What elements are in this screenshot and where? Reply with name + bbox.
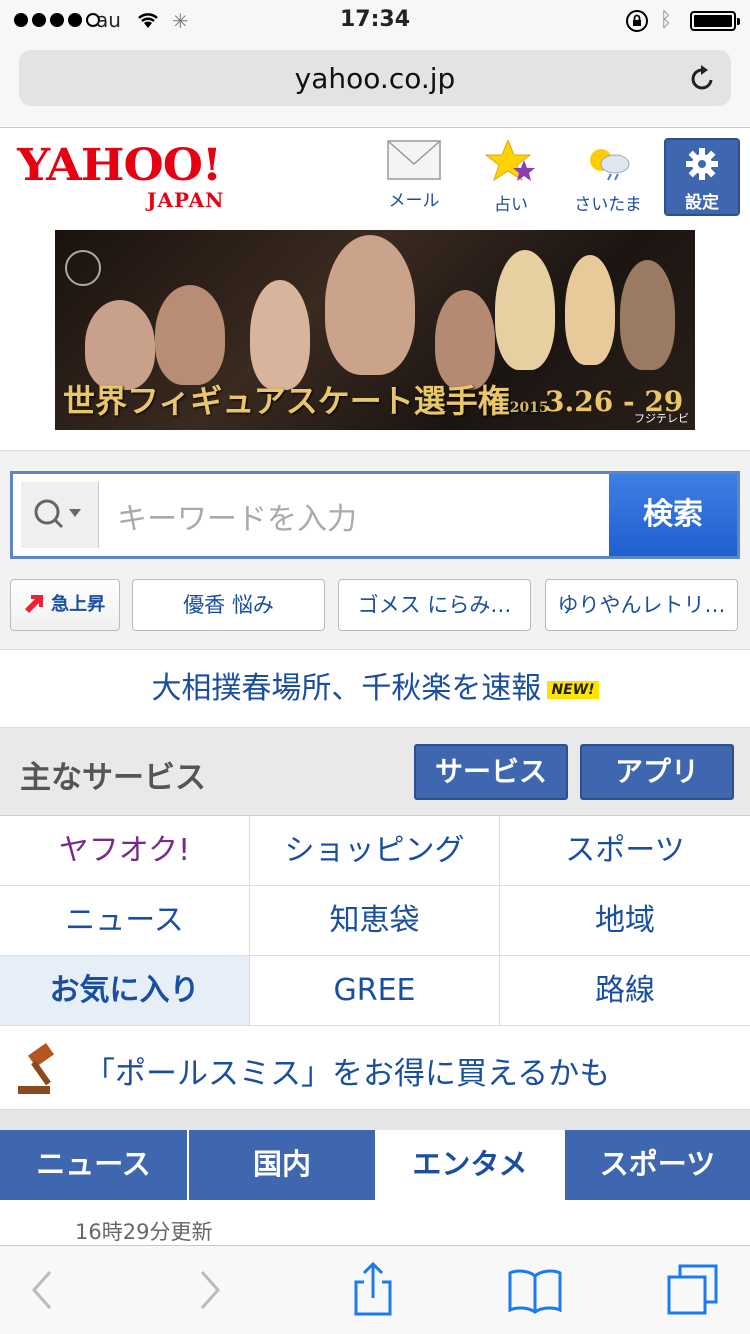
mail-link[interactable]: メール — [369, 140, 459, 211]
trending-label-button[interactable]: 急上昇 — [10, 579, 120, 631]
service-link-auction[interactable]: ヤフオク! — [0, 816, 250, 886]
bluetooth-icon: ᛒ — [660, 7, 672, 31]
bookmarks-icon[interactable] — [508, 1268, 562, 1314]
reload-icon[interactable] — [689, 63, 717, 93]
event-emblem-icon — [65, 250, 101, 286]
service-link-chiebukuro[interactable]: 知恵袋 — [250, 886, 500, 956]
star-icon — [484, 138, 535, 182]
featured-headline[interactable]: 大相撲春場所、千秋楽を速報 NEW! — [0, 650, 750, 728]
weather-link[interactable]: さいたま — [563, 140, 653, 215]
broadcaster-label: フジテレビ — [634, 412, 689, 425]
service-link-gree[interactable]: GREE — [250, 956, 500, 1026]
address-bar[interactable]: yahoo.co.jp — [19, 50, 731, 106]
gavel-icon — [18, 1042, 55, 1094]
services-title: 主なサービス — [20, 760, 206, 796]
url-text[interactable]: yahoo.co.jp — [19, 62, 731, 95]
trending-keyword[interactable]: 優香 悩み — [132, 579, 325, 631]
skater-image — [495, 250, 555, 370]
service-link-sports[interactable]: スポーツ — [500, 816, 750, 886]
service-link-transit[interactable]: 路線 — [500, 956, 750, 1026]
tab-entertainment[interactable]: エンタメ — [377, 1130, 565, 1200]
skater-image — [250, 280, 310, 390]
status-bar: au ✳ 17:34 ᛒ — [0, 0, 750, 40]
headline-text: 大相撲春場所、千秋楽を速報 — [151, 671, 542, 706]
tabs-icon[interactable] — [666, 1264, 720, 1316]
trending-up-arrow-icon — [24, 595, 43, 613]
banner-title: 世界フィギュアスケート選手権2015 — [63, 382, 549, 420]
share-icon[interactable] — [350, 1262, 396, 1318]
news-tabs: ニュース 国内 エンタメ スポーツ — [0, 1130, 750, 1200]
search-options-button[interactable] — [21, 482, 99, 548]
trending-keyword[interactable]: ゴメス にらみ… — [338, 579, 531, 631]
skater-image — [325, 235, 415, 375]
figure-skating-banner[interactable]: 世界フィギュアスケート選手権2015 3.26 - 29 フジテレビ — [55, 230, 695, 430]
update-timestamp: 16時29分更新 — [75, 1220, 213, 1244]
section-divider — [0, 1110, 750, 1130]
forward-icon[interactable] — [196, 1268, 222, 1312]
service-link-news[interactable]: ニュース — [0, 886, 250, 956]
service-link-local[interactable]: 地域 — [500, 886, 750, 956]
apps-button[interactable]: アプリ — [580, 744, 734, 800]
rotation-lock-icon — [626, 10, 648, 32]
service-link-favorites[interactable]: お気に入り — [0, 956, 250, 1026]
browser-address-area: yahoo.co.jp — [0, 40, 750, 128]
skater-image — [620, 260, 675, 370]
trending-keyword[interactable]: ゆりやんレトリ… — [545, 579, 738, 631]
search-section: キーワードを入力 検索 急上昇 優香 悩み ゴメス にらみ… ゆりやんレトリ… — [0, 450, 750, 650]
services-header: 主なサービス サービス アプリ — [0, 728, 750, 816]
search-box: キーワードを入力 検索 — [10, 471, 740, 559]
tab-news[interactable]: ニュース — [0, 1130, 189, 1200]
mail-icon — [387, 140, 441, 180]
skater-image — [435, 290, 495, 390]
settings-button[interactable]: 設定 — [664, 138, 740, 216]
search-icon — [34, 499, 81, 529]
search-input[interactable]: キーワードを入力 — [117, 494, 357, 538]
search-button[interactable]: 検索 — [609, 474, 737, 556]
tab-domestic[interactable]: 国内 — [189, 1130, 377, 1200]
site-header: YAHOO! JAPAN メール 占い さいたま 設定 — [0, 128, 750, 228]
gear-icon — [686, 148, 718, 180]
skater-image — [565, 255, 615, 365]
back-icon[interactable] — [30, 1268, 56, 1312]
service-link-shopping[interactable]: ショッピング — [250, 816, 500, 886]
new-badge: NEW! — [547, 680, 599, 699]
weather-icon — [590, 149, 630, 181]
skater-image — [155, 285, 225, 385]
battery-icon — [690, 11, 740, 31]
fortune-link[interactable]: 占い — [466, 138, 556, 215]
tab-sports[interactable]: スポーツ — [565, 1130, 750, 1200]
auction-ad[interactable]: 「ポールスミス」をお得に買えるかも — [0, 1026, 750, 1110]
services-button[interactable]: サービス — [414, 744, 568, 800]
browser-toolbar — [0, 1245, 750, 1334]
ad-text: 「ポールスミス」をお得に買えるかも — [84, 1056, 611, 1092]
yahoo-logo[interactable]: YAHOO! JAPAN — [17, 144, 223, 213]
